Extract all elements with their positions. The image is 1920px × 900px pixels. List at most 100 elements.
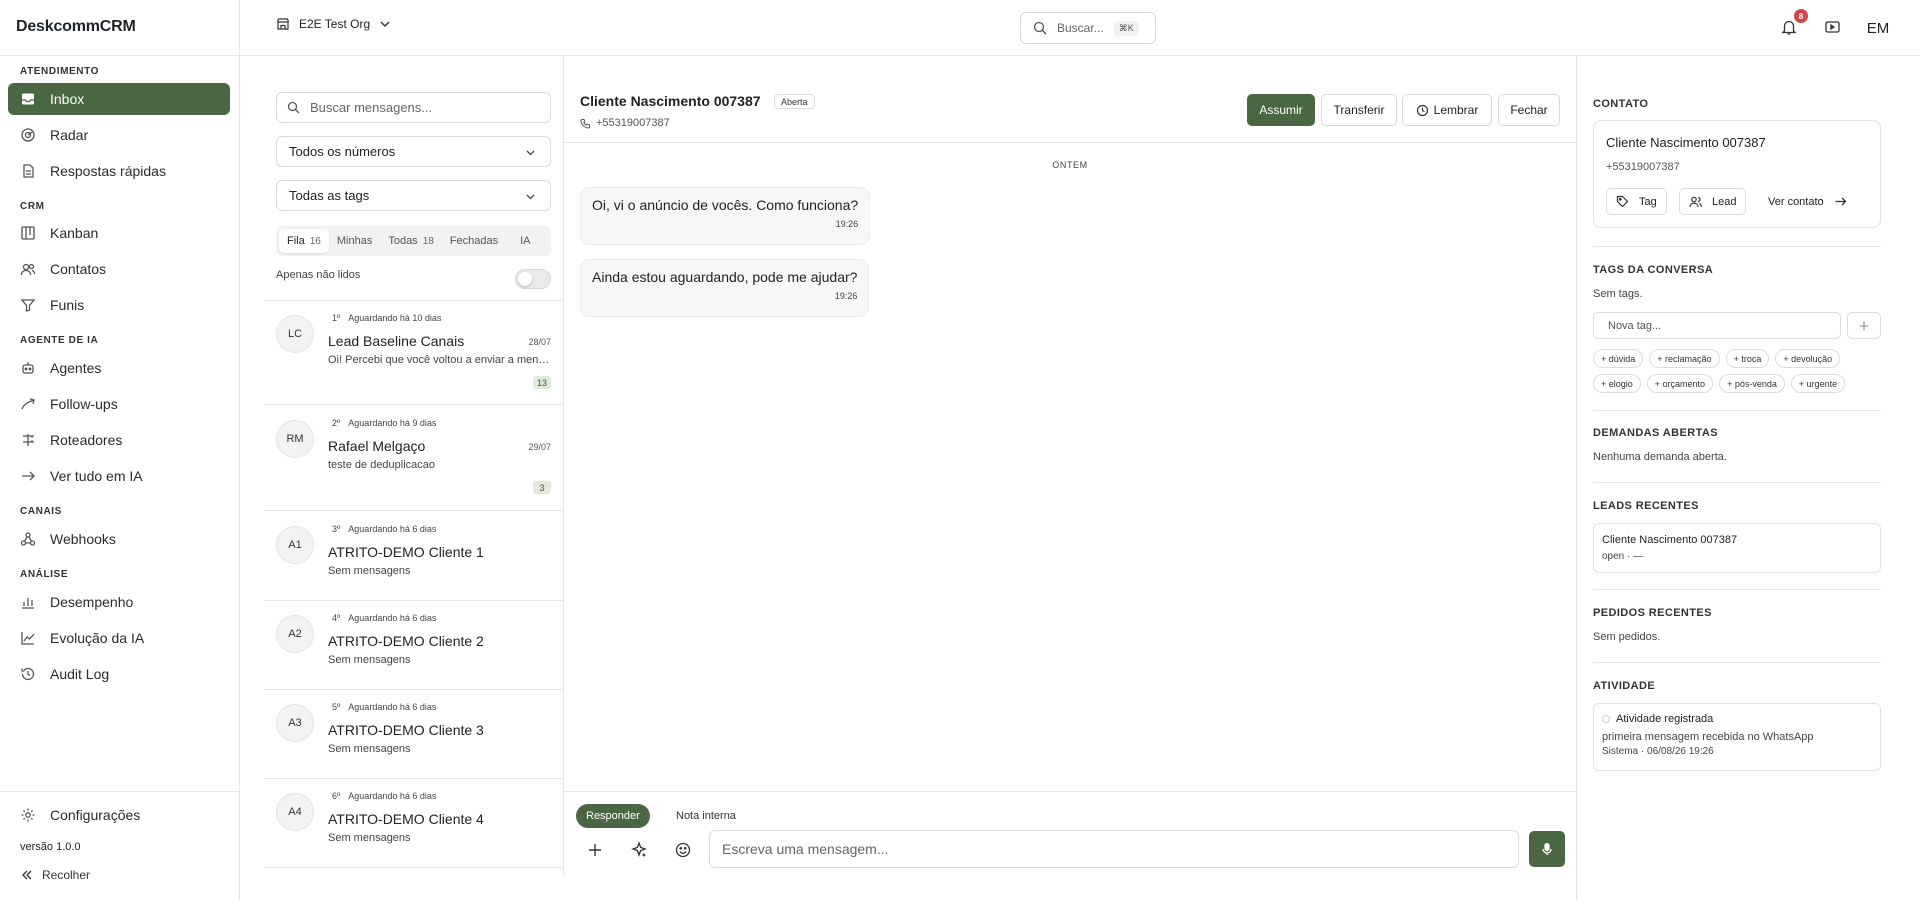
tag-chip-doubt[interactable]: + dúvida [1593,349,1644,368]
sidebar-item-ai-evolution[interactable]: Evolução da IA [8,622,230,654]
waiting-time: Aguardando há 9 dias [348,418,437,428]
attach-button[interactable] [586,841,604,859]
conversation-item[interactable]: LC 1º Aguardando há 10 dias Lead Baseline… [264,301,563,405]
sidebar-section-crm: CRM [20,201,45,212]
tab-mine[interactable]: Minhas [329,229,380,253]
sidebar-item-audit-log[interactable]: Audit Log [8,658,230,690]
sidebar-item-kanban[interactable]: Kanban [8,217,230,249]
chat-header: Cliente Nascimento 007387 Aberta +553190… [564,56,1576,143]
emoji-button[interactable] [674,841,692,859]
quick-replies-icon [20,163,36,179]
sidebar-item-contacts[interactable]: Contatos [8,253,230,285]
org-switcher[interactable]: E2E Test Org [276,17,392,31]
tag-chip-post-sale[interactable]: + pós-venda [1719,374,1785,393]
sidebar-item-performance[interactable]: Desempenho [8,586,230,618]
tab-ai[interactable]: IA [512,229,538,253]
sidebar-item-follow-ups[interactable]: Follow-ups [8,388,230,420]
presentation-button[interactable] [1824,19,1841,36]
history-icon [20,666,36,682]
collapse-sidebar-button[interactable]: Recolher [20,868,90,882]
sidebar-item-inbox[interactable]: Inbox [8,83,230,115]
create-lead-button[interactable]: Lead [1679,188,1747,215]
add-tag-button[interactable]: Tag [1606,188,1667,215]
tag-chip-exchange[interactable]: + troca [1725,349,1770,368]
sidebar-item-quick-replies[interactable]: Respostas rápidas [8,155,230,187]
lead-card[interactable]: Cliente Nascimento 007387 open · — [1593,523,1881,573]
queue-position: 5º [332,702,341,712]
conversation-name: Lead Baseline Canais [328,333,465,349]
tag-button-label: Tag [1639,195,1657,208]
transfer-button[interactable]: Transferir [1321,94,1397,126]
sidebar-item-webhooks[interactable]: Webhooks [8,523,230,555]
tab-queue[interactable]: Fila 16 [279,229,329,253]
record-audio-button[interactable] [1529,831,1565,867]
conversation-item[interactable]: A1 3º Aguardando há 6 dias ATRITO-DEMO Cl… [264,512,563,601]
sidebar-item-routers[interactable]: Roteadores [8,424,230,456]
tab-internal-note[interactable]: Nota interna [666,804,746,828]
tag-chip-urgent[interactable]: + urgente [1790,374,1846,393]
sidebar-item-settings[interactable]: Configurações [8,799,230,831]
ai-suggest-button[interactable] [630,841,648,859]
remind-button[interactable]: Lembrar [1402,94,1492,126]
section-title-tags: TAGS DA CONVERSA [1593,264,1714,276]
conversation-item[interactable]: RM 2º Aguardando há 9 dias Rafael Melgaço… [264,406,563,511]
unread-only-toggle[interactable] [515,269,551,289]
numbers-select[interactable]: Todos os números [276,136,551,167]
conversation-item[interactable]: A2 4º Aguardando há 6 dias ATRITO-DEMO Cl… [264,601,563,690]
tag-icon [1616,195,1629,208]
chevron-down-icon [378,17,392,31]
close-conversation-button[interactable]: Fechar [1498,94,1560,126]
sidebar-item-label: Desempenho [50,594,134,610]
waiting-time: Aguardando há 10 dias [348,313,442,323]
conversation-name: ATRITO-DEMO Cliente 1 [328,544,484,560]
section-title-contact: CONTATO [1593,98,1649,110]
conversation-name: ATRITO-DEMO Cliente 3 [328,722,484,738]
search-icon [287,101,300,114]
tab-all[interactable]: Todas 18 [380,229,441,253]
new-tag-input[interactable] [1593,312,1841,339]
user-avatar[interactable]: EM [1863,15,1893,41]
add-tag-submit-button[interactable] [1847,312,1881,339]
message-search-input[interactable]: Buscar mensagens... [276,92,551,123]
microphone-icon [1540,842,1554,856]
tags-select[interactable]: Todas as tags [276,180,551,211]
chevron-down-icon [525,147,536,158]
conversation-list-panel: Buscar mensagens... Todos os números Tod… [264,56,564,876]
sidebar-divider [0,791,239,792]
tag-chip-complaint[interactable]: + reclamação [1649,349,1720,368]
sidebar-item-radar[interactable]: Radar [8,119,230,151]
sidebar-item-agents[interactable]: Agentes [8,352,230,384]
sidebar-item-label: Roteadores [50,432,123,448]
assume-button[interactable]: Assumir [1247,94,1315,126]
tag-chip-quote[interactable]: + orçamento [1646,374,1714,393]
message-input[interactable] [709,830,1519,868]
avatar: A1 [276,526,314,564]
contacts-icon [20,261,36,277]
avatar: LC [276,315,314,353]
contact-panel: CONTATO Cliente Nascimento 007387 +55319… [1576,56,1920,900]
no-orders-text: Sem pedidos. [1593,631,1661,643]
sidebar-item-funnels[interactable]: Funis [8,289,230,321]
inbox-icon [20,91,36,107]
activity-title: Atividade registrada [1602,713,1713,725]
waiting-time: Aguardando há 6 dias [348,613,437,623]
tab-count: 18 [422,235,434,247]
conversation-item[interactable]: A3 5º Aguardando há 6 dias ATRITO-DEMO Cl… [264,690,563,779]
view-contact-link[interactable]: Ver contato [1768,188,1847,215]
global-search[interactable]: Buscar... ⌘K [1020,12,1156,44]
sidebar-item-label: Respostas rápidas [50,163,166,179]
tab-closed[interactable]: Fechadas [442,229,506,253]
tab-reply[interactable]: Responder [576,804,650,828]
conversation-preview: teste de deduplicacao [328,459,436,471]
tag-chip-praise[interactable]: + elogio [1593,374,1641,393]
section-divider [1593,246,1881,247]
chevron-down-icon [525,191,536,202]
activity-description: primeira mensagem recebida no WhatsApp [1602,731,1814,743]
section-divider [1593,589,1881,590]
tag-chip-return[interactable]: + devolução [1775,349,1841,368]
sidebar-item-see-all-ai[interactable]: Ver tudo em IA [8,460,230,492]
avatar: RM [276,420,314,458]
conversation-item[interactable]: A4 6º Aguardando há 6 dias ATRITO-DEMO Cl… [264,779,563,868]
message-text: Ainda estou aguardando, pode me ajudar? [592,269,858,285]
sidebar-section-ai-agent: AGENTE DE IA [20,335,99,346]
